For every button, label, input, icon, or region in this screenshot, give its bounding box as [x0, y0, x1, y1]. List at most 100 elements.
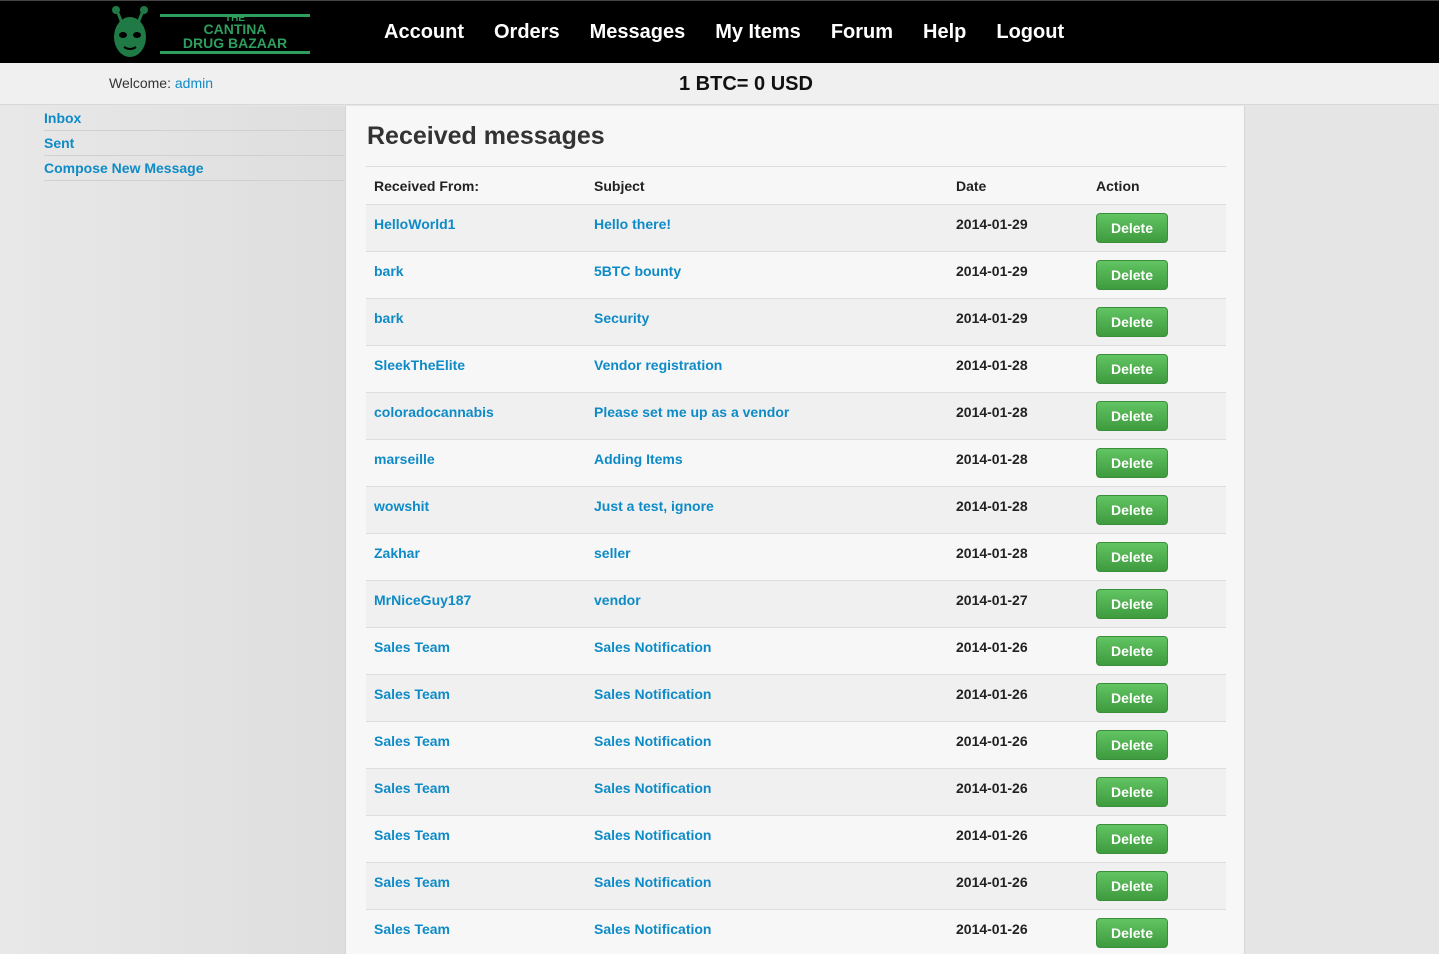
sender-link[interactable]: bark	[374, 263, 404, 279]
delete-button[interactable]: Delete	[1096, 824, 1168, 854]
subject-link[interactable]: Just a test, ignore	[594, 498, 714, 514]
nav-orders[interactable]: Orders	[494, 21, 560, 44]
sidebar-item-compose[interactable]: Compose New Message	[44, 156, 344, 181]
nav-logout[interactable]: Logout	[996, 21, 1064, 44]
alien-mascot-icon	[112, 6, 148, 57]
table-row: marseille Adding Items 2014-01-28 Delete	[366, 440, 1226, 487]
top-bar: THE CANTINA DRUG BAZAAR Account Orders M…	[0, 0, 1439, 63]
subject-link[interactable]: seller	[594, 545, 631, 561]
welcome-label: Welcome:	[109, 75, 171, 91]
message-date: 2014-01-28	[956, 545, 1028, 561]
table-row: HelloWorld1 Hello there! 2014-01-29 Delete	[366, 205, 1226, 252]
delete-button[interactable]: Delete	[1096, 448, 1168, 478]
subject-link[interactable]: vendor	[594, 592, 641, 608]
table-row: wowshit Just a test, ignore 2014-01-28 Dele…	[366, 487, 1226, 534]
message-date: 2014-01-28	[956, 357, 1028, 373]
sender-link[interactable]: HelloWorld1	[374, 216, 455, 232]
delete-button[interactable]: Delete	[1096, 918, 1168, 948]
message-date: 2014-01-29	[956, 216, 1028, 232]
delete-button[interactable]: Delete	[1096, 260, 1168, 290]
message-date: 2014-01-26	[956, 639, 1028, 655]
table-row: MrNiceGuy187 vendor 2014-01-27 Delete	[366, 581, 1226, 628]
subject-link[interactable]: Security	[594, 310, 649, 326]
message-date: 2014-01-28	[956, 498, 1028, 514]
delete-button[interactable]: Delete	[1096, 401, 1168, 431]
table-row: Sales Team Sales Notification 2014-01-26 De…	[366, 628, 1226, 675]
subject-link[interactable]: Please set me up as a vendor	[594, 404, 789, 420]
subject-link[interactable]: Sales Notification	[594, 733, 711, 749]
sender-link[interactable]: wowshit	[374, 498, 429, 514]
sender-link[interactable]: Sales Team	[374, 827, 450, 843]
message-date: 2014-01-26	[956, 874, 1028, 890]
message-date: 2014-01-29	[956, 310, 1028, 326]
sender-link[interactable]: Zakhar	[374, 545, 420, 561]
table-row: Zakhar seller 2014-01-28 Delete	[366, 534, 1226, 581]
table-row: Sales Team Sales Notification 2014-01-26 De…	[366, 910, 1226, 954]
message-date: 2014-01-26	[956, 827, 1028, 843]
nav-forum[interactable]: Forum	[831, 21, 893, 44]
sender-link[interactable]: Sales Team	[374, 921, 450, 937]
nav-account[interactable]: Account	[384, 21, 464, 44]
delete-button[interactable]: Delete	[1096, 777, 1168, 807]
sender-link[interactable]: MrNiceGuy187	[374, 592, 471, 608]
main-content: Received messages Received From: Subject…	[345, 106, 1245, 954]
delete-button[interactable]: Delete	[1096, 871, 1168, 901]
message-date: 2014-01-27	[956, 592, 1028, 608]
subject-link[interactable]: Vendor registration	[594, 357, 722, 373]
delete-button[interactable]: Delete	[1096, 495, 1168, 525]
sender-link[interactable]: bark	[374, 310, 404, 326]
table-row: Sales Team Sales Notification 2014-01-26 De…	[366, 863, 1226, 910]
column-header-subject: Subject	[594, 178, 645, 194]
message-date: 2014-01-26	[956, 780, 1028, 796]
sender-link[interactable]: coloradocannabis	[374, 404, 494, 420]
delete-button[interactable]: Delete	[1096, 636, 1168, 666]
subject-link[interactable]: Hello there!	[594, 216, 671, 232]
table-row: Sales Team Sales Notification 2014-01-26 De…	[366, 675, 1226, 722]
delete-button[interactable]: Delete	[1096, 542, 1168, 572]
nav-messages[interactable]: Messages	[590, 21, 686, 44]
sender-link[interactable]: Sales Team	[374, 686, 450, 702]
delete-button[interactable]: Delete	[1096, 213, 1168, 243]
sidebar-item-sent[interactable]: Sent	[44, 131, 344, 156]
sender-link[interactable]: Sales Team	[374, 639, 450, 655]
sender-link[interactable]: Sales Team	[374, 733, 450, 749]
subject-link[interactable]: Sales Notification	[594, 874, 711, 890]
delete-button[interactable]: Delete	[1096, 683, 1168, 713]
message-date: 2014-01-28	[956, 451, 1028, 467]
welcome-text: Welcome: admin	[109, 75, 213, 91]
sender-link[interactable]: SleekTheElite	[374, 357, 465, 373]
logo-line-3: DRUG BAZAAR	[183, 35, 287, 51]
subject-link[interactable]: Sales Notification	[594, 686, 711, 702]
delete-button[interactable]: Delete	[1096, 589, 1168, 619]
sender-link[interactable]: Sales Team	[374, 780, 450, 796]
nav-my-items[interactable]: My Items	[715, 21, 801, 44]
subject-link[interactable]: 5BTC bounty	[594, 263, 681, 279]
delete-button[interactable]: Delete	[1096, 730, 1168, 760]
subject-link[interactable]: Sales Notification	[594, 780, 711, 796]
subject-link[interactable]: Sales Notification	[594, 639, 711, 655]
subject-link[interactable]: Sales Notification	[594, 827, 711, 843]
subject-link[interactable]: Sales Notification	[594, 921, 711, 937]
main-nav: Account Orders Messages My Items Forum H…	[384, 1, 1094, 64]
column-header-from: Received From:	[374, 178, 480, 194]
btc-rate: 1 BTC= 0 USD	[679, 73, 813, 95]
site-logo[interactable]: THE CANTINA DRUG BAZAAR	[108, 3, 313, 61]
delete-button[interactable]: Delete	[1096, 354, 1168, 384]
page-title: Received messages	[367, 122, 605, 150]
subject-link[interactable]: Adding Items	[594, 451, 683, 467]
sidebar-item-inbox[interactable]: Inbox	[44, 106, 344, 131]
column-header-date: Date	[956, 178, 987, 194]
nav-help[interactable]: Help	[923, 21, 966, 44]
messages-table: Received From: Subject Date Action Hello…	[366, 166, 1226, 954]
sender-link[interactable]: marseille	[374, 451, 435, 467]
delete-button[interactable]: Delete	[1096, 307, 1168, 337]
sub-bar: Welcome: admin 1 BTC= 0 USD	[0, 63, 1439, 105]
username-link[interactable]: admin	[175, 75, 213, 91]
message-date: 2014-01-26	[956, 686, 1028, 702]
message-date: 2014-01-26	[956, 921, 1028, 937]
sender-link[interactable]: Sales Team	[374, 874, 450, 890]
table-row: SleekTheElite Vendor registration 2014-01-…	[366, 346, 1226, 393]
table-row: coloradocannabis Please set me up as a ve…	[366, 393, 1226, 440]
sidebar: Inbox Sent Compose New Message	[0, 106, 345, 954]
message-date: 2014-01-28	[956, 404, 1028, 420]
